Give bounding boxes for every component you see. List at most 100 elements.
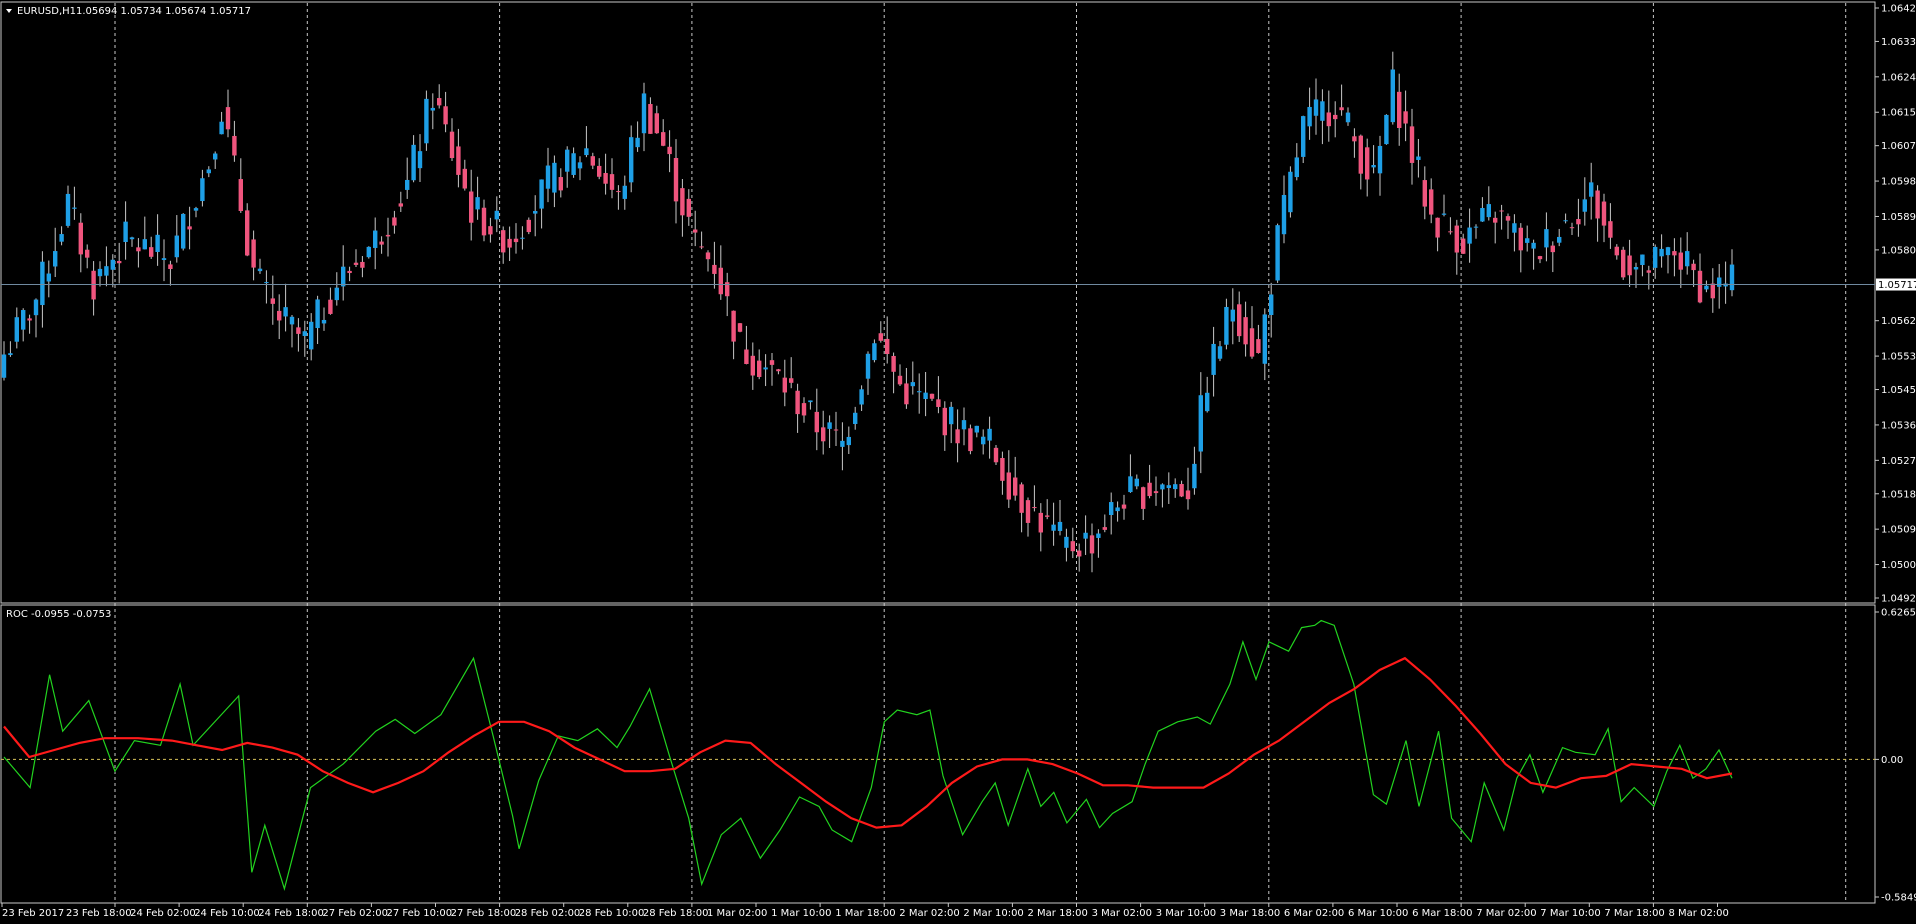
candle-body	[597, 165, 602, 177]
price-tick-label: 1.04920	[1881, 594, 1916, 605]
candle-body	[21, 310, 26, 330]
candle-body	[360, 261, 365, 268]
candle-body	[673, 158, 679, 202]
candle-body	[193, 208, 199, 211]
time-tick-label: 3 Mar 18:00	[1220, 908, 1280, 919]
candle-body	[494, 210, 499, 220]
candle-body	[782, 377, 787, 393]
candle-body	[1691, 263, 1696, 271]
candle-body	[1518, 227, 1523, 251]
candle-body	[955, 429, 960, 444]
candle-body	[200, 178, 205, 202]
candle-body	[1358, 135, 1363, 174]
price-tick-label: 1.06335	[1881, 37, 1916, 48]
candle-body	[1729, 264, 1735, 291]
candle-body	[1480, 208, 1485, 222]
candle-body	[14, 317, 19, 342]
candle-body	[949, 406, 954, 425]
candle-body	[622, 185, 627, 199]
candle-body	[865, 353, 871, 379]
candle-body	[85, 249, 90, 258]
candle-body	[712, 264, 717, 274]
candle-body	[769, 360, 775, 365]
candle-body	[481, 207, 487, 236]
candle-body	[641, 93, 647, 134]
time-tick-label: 7 Mar 10:00	[1540, 908, 1600, 919]
candle-body	[1256, 339, 1261, 354]
candle-body	[257, 268, 263, 272]
candle-body	[718, 267, 723, 295]
candle-body	[1448, 231, 1453, 233]
candle-body	[225, 107, 231, 130]
candle-body	[1544, 229, 1549, 248]
candle-body	[72, 207, 77, 209]
candle-body	[1032, 507, 1037, 509]
candle-body	[808, 400, 813, 403]
price-tick-label: 1.05890	[1881, 212, 1916, 223]
time-tick-label: 2 Mar 18:00	[1028, 908, 1088, 919]
candle-body	[1237, 304, 1242, 337]
candle-body	[1371, 165, 1376, 168]
candle-body	[507, 238, 512, 248]
candle-body	[1230, 309, 1235, 322]
candle-body	[328, 299, 333, 314]
price-tick-label: 1.05095	[1881, 525, 1916, 536]
candle-body	[405, 179, 410, 190]
candle-body	[763, 367, 768, 370]
price-tick-label: 1.05450	[1881, 385, 1916, 396]
candle-body	[1019, 484, 1024, 513]
candle-body	[398, 203, 403, 207]
candle-body	[264, 282, 269, 284]
candle-body	[8, 353, 13, 356]
candle-body	[1531, 242, 1536, 249]
candle-body	[686, 198, 691, 217]
candle-body	[501, 230, 506, 253]
candle-body	[1211, 343, 1216, 375]
candle-body	[1467, 227, 1472, 244]
candle-body	[385, 234, 391, 237]
candle-body	[1064, 536, 1069, 548]
candle-body	[174, 235, 179, 258]
candle-body	[1416, 156, 1421, 160]
time-tick-label: 23 Feb 18:00	[66, 908, 132, 919]
candle-body	[1070, 541, 1075, 552]
candle-body	[161, 258, 167, 261]
candle-body	[1633, 267, 1639, 270]
candle-body	[654, 113, 659, 134]
candle-body	[1115, 507, 1120, 512]
candle-body	[1345, 112, 1351, 123]
price-tick-label: 1.05270	[1881, 456, 1916, 467]
candle-body	[545, 165, 551, 189]
candle-body	[1288, 171, 1293, 213]
symbol-label: EURUSD,H1	[17, 6, 76, 17]
candle-body	[936, 399, 941, 407]
time-tick-label: 28 Feb 02:00	[515, 908, 581, 919]
candle-body	[1685, 251, 1690, 267]
candle-body	[1179, 484, 1184, 497]
time-tick-label: 2 Mar 02:00	[899, 908, 959, 919]
candle-body	[91, 270, 96, 300]
candle-body	[789, 378, 794, 383]
candle-body	[129, 237, 135, 240]
candle-body	[520, 237, 525, 239]
candle-body	[923, 392, 928, 400]
price-tick-label: 1.06420	[1881, 4, 1916, 15]
candle-body	[443, 106, 448, 125]
candle-body	[1665, 247, 1671, 256]
candle-body	[974, 425, 979, 433]
candle-body	[379, 241, 384, 245]
candle-body	[40, 261, 45, 306]
candle-body	[1198, 395, 1203, 452]
candle-body	[270, 298, 275, 304]
candle-body	[1320, 101, 1325, 121]
price-chart[interactable]: 1.06420 1.06335 1.06245 1.06155 1.06070 1.059…	[0, 0, 1916, 924]
price-tick-label: 1.05805	[1881, 245, 1916, 256]
candle-body	[1505, 216, 1511, 221]
candle-body	[1486, 204, 1491, 218]
candle-body	[347, 270, 352, 274]
price-tick-label: 1.05625	[1881, 316, 1916, 327]
candle-body	[609, 174, 615, 190]
candle-body	[590, 156, 595, 166]
candle-body	[1646, 270, 1651, 273]
candle-body	[833, 429, 839, 431]
